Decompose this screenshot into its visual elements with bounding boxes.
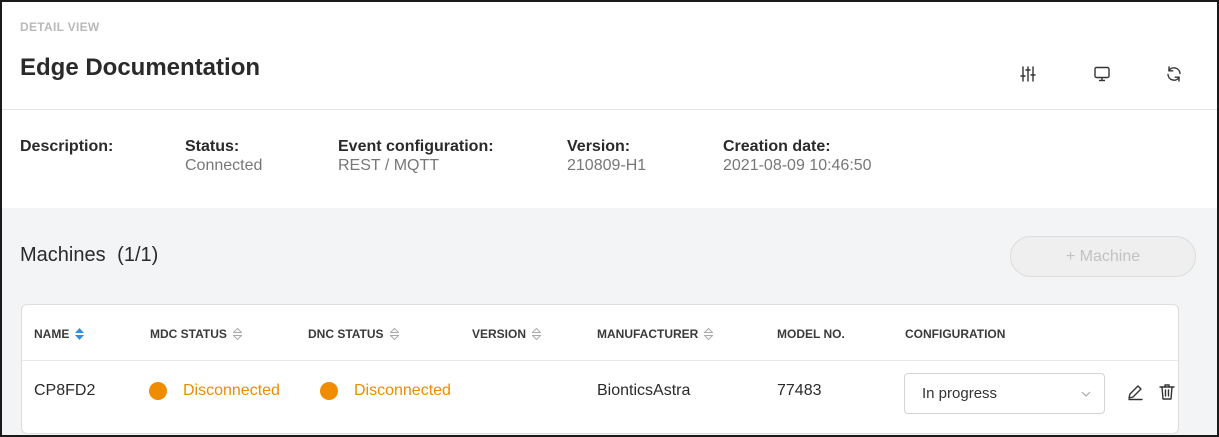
- machines-count: (1/1): [117, 244, 159, 266]
- model-no-cell: 77483: [777, 382, 822, 399]
- refresh-icon: [1167, 66, 1181, 82]
- column-header-model-no: MODEL NO.: [777, 327, 845, 341]
- event-config-field: Event configuration: REST / MQTT: [338, 138, 494, 175]
- status-dot-icon: [320, 382, 338, 400]
- status-dot-icon: [149, 382, 167, 400]
- dnc-status-text: Disconnected: [354, 382, 451, 399]
- page-eyebrow: DETAIL VIEW: [20, 20, 100, 34]
- header-divider: [22, 360, 1178, 361]
- page-header: DETAIL VIEW Edge Documentation: [2, 2, 1217, 110]
- column-header-manufacturer[interactable]: MANUFACTURER: [597, 327, 714, 341]
- column-label-mdc-status: MDC STATUS: [150, 327, 227, 341]
- page-title: Edge Documentation: [20, 54, 261, 81]
- creation-date-value: 2021-08-09 10:46:50: [723, 157, 872, 174]
- sort-icon: [532, 328, 542, 340]
- column-label-manufacturer: MANUFACTURER: [597, 327, 699, 341]
- column-label-version: VERSION: [472, 327, 527, 341]
- mdc-status-cell: Disconnected: [149, 382, 280, 400]
- machines-title: Machines: [20, 244, 106, 266]
- configuration-select[interactable]: In progress: [904, 373, 1105, 414]
- filter-settings-button[interactable]: [1016, 62, 1040, 86]
- creation-date-field: Creation date: 2021-08-09 10:46:50: [723, 138, 872, 175]
- edit-machine-button[interactable]: [1124, 381, 1146, 403]
- edge-info-section: Description: Status: Connected Event con…: [2, 110, 1217, 208]
- display-button[interactable]: [1090, 62, 1114, 86]
- status-value: Connected: [185, 157, 263, 174]
- trash-icon: [1159, 384, 1175, 400]
- sort-active-icon: [75, 328, 85, 340]
- sliders-icon: [1020, 66, 1036, 82]
- column-header-mdc-status[interactable]: MDC STATUS: [150, 327, 242, 341]
- delete-machine-button[interactable]: [1156, 381, 1178, 403]
- refresh-button[interactable]: [1162, 62, 1186, 86]
- column-header-dnc-status[interactable]: DNC STATUS: [308, 327, 399, 341]
- sort-icon: [232, 328, 242, 340]
- machine-name[interactable]: CP8FD2: [34, 382, 95, 400]
- pencil-icon: [1128, 385, 1143, 401]
- status-label: Status:: [185, 138, 240, 155]
- creation-date-label: Creation date:: [723, 138, 831, 155]
- mdc-status-text: Disconnected: [183, 382, 280, 399]
- monitor-icon: [1094, 66, 1110, 82]
- description-field: Description:: [20, 138, 113, 156]
- version-label: Version:: [567, 138, 631, 155]
- column-header-version[interactable]: VERSION: [472, 327, 542, 341]
- configuration-select-value: In progress: [922, 385, 998, 402]
- column-label-model-no: MODEL NO.: [777, 327, 845, 341]
- event-config-value: REST / MQTT: [338, 157, 440, 174]
- status-field: Status: Connected: [185, 138, 262, 175]
- add-machine-button[interactable]: + Machine: [1010, 236, 1196, 277]
- detail-view-panel: DETAIL VIEW Edge Documentation Descripti…: [0, 0, 1219, 437]
- dnc-status-cell: Disconnected: [320, 382, 451, 400]
- column-label-dnc-status: DNC STATUS: [308, 327, 384, 341]
- chevron-down-icon: [1081, 391, 1091, 397]
- manufacturer-cell: BionticsAstra: [597, 382, 691, 399]
- machines-table: NAME MDC STATUS DNC STATUS VERSION MANUF…: [21, 304, 1179, 434]
- column-header-configuration: CONFIGURATION: [905, 327, 1005, 341]
- sort-icon: [704, 328, 714, 340]
- machines-heading: Machines (1/1): [20, 244, 158, 267]
- version-value: 210809-H1: [567, 157, 647, 174]
- machines-section: Machines (1/1) + Machine NAME MDC STATUS…: [2, 208, 1217, 435]
- column-label-configuration: CONFIGURATION: [905, 327, 1006, 341]
- sort-icon: [389, 328, 399, 340]
- column-header-name[interactable]: NAME: [34, 327, 85, 341]
- column-label-name: NAME: [34, 327, 70, 341]
- event-config-label: Event configuration:: [338, 138, 494, 155]
- description-label: Description:: [20, 138, 114, 155]
- version-field: Version: 210809-H1: [567, 138, 646, 175]
